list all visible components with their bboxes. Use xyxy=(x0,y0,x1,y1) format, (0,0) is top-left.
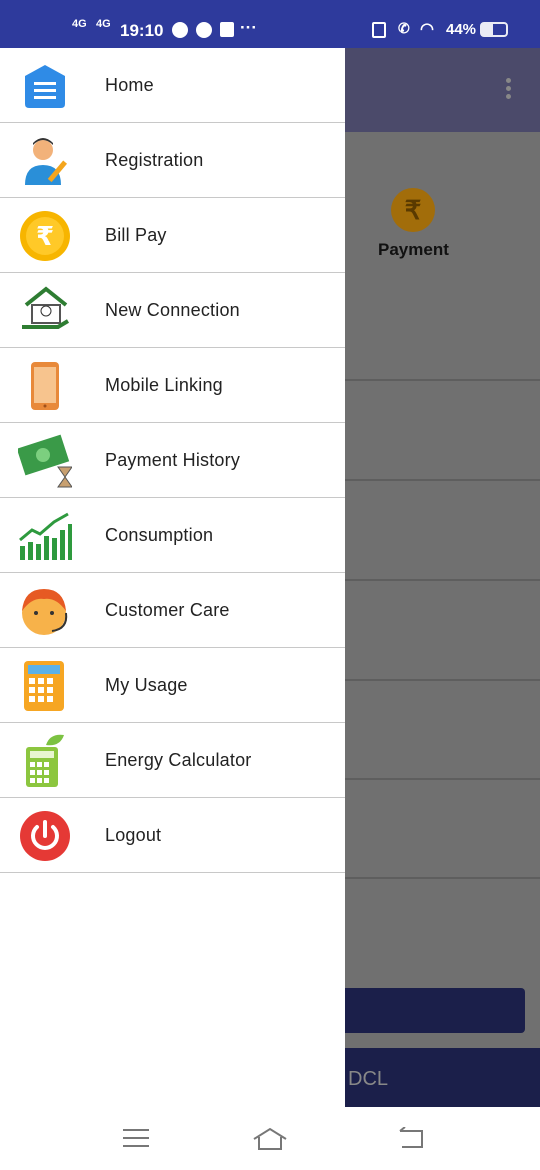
menu-item-new-connection[interactable]: New Connection xyxy=(0,273,345,348)
speedometer-icon xyxy=(196,22,212,38)
overflow-menu-icon[interactable] xyxy=(506,78,512,102)
divider xyxy=(345,579,540,581)
footer-bar: DCL xyxy=(345,1048,540,1107)
payment-history-icon xyxy=(18,434,72,488)
menu-label: Logout xyxy=(105,824,162,845)
battery-icon xyxy=(480,22,508,37)
payment-label: Payment xyxy=(378,240,449,259)
mobile-icon xyxy=(18,360,72,412)
menu-item-mobile-linking[interactable]: Mobile Linking xyxy=(0,348,345,423)
power-icon xyxy=(18,810,72,862)
menu-label: Registration xyxy=(105,149,204,170)
menu-label: My Usage xyxy=(105,674,188,695)
status-bar: 4G 4G 19:10 ··· ✆ ◠ 44% xyxy=(0,0,540,48)
menu-label: Payment History xyxy=(105,449,241,470)
menu-item-payment-history[interactable]: Payment History xyxy=(0,423,345,498)
menu-label: Customer Care xyxy=(105,599,230,620)
back-button[interactable] xyxy=(396,1126,426,1156)
calculator-icon xyxy=(18,660,72,712)
divider xyxy=(345,679,540,681)
svg-text:₹: ₹ xyxy=(36,222,54,252)
clock: 19:10 xyxy=(120,21,164,40)
registration-icon xyxy=(18,135,72,187)
menu-item-logout[interactable]: Logout xyxy=(0,798,345,873)
background-screen: ₹ Payment DCL xyxy=(345,48,540,1107)
home-icon xyxy=(18,60,72,112)
rupee-icon: ₹ xyxy=(18,210,72,262)
menu-label: Mobile Linking xyxy=(105,374,223,395)
vibrate-icon xyxy=(372,22,386,38)
system-navigation-bar xyxy=(0,1107,540,1170)
menu-label: Home xyxy=(105,74,154,95)
energy-calculator-icon xyxy=(18,734,72,787)
menu-item-bill-pay[interactable]: ₹ Bill Pay xyxy=(0,198,345,273)
volte-call-icon: ✆ xyxy=(398,20,410,36)
menu-item-consumption[interactable]: Consumption xyxy=(0,498,345,573)
menu-item-home[interactable]: Home xyxy=(0,48,345,123)
app-bar xyxy=(345,48,540,132)
new-connection-icon xyxy=(18,285,72,337)
menu-item-energy-calculator[interactable]: Energy Calculator xyxy=(0,723,345,798)
customer-care-icon xyxy=(18,585,72,637)
divider xyxy=(345,778,540,780)
network-signal-2: 4G xyxy=(96,18,111,30)
menu-label: Bill Pay xyxy=(105,224,167,245)
wifi-icon: ◠ xyxy=(420,21,434,38)
chart-icon xyxy=(18,510,72,562)
divider xyxy=(345,479,540,481)
shopping-bag-icon xyxy=(220,22,234,37)
divider xyxy=(345,877,540,879)
app-notification-icon xyxy=(172,22,188,38)
footer-text: DCL xyxy=(348,1068,389,1090)
navigation-drawer: Home Registration ₹ Bill Pay New Connect… xyxy=(0,48,345,1107)
primary-button xyxy=(345,988,525,1033)
divider xyxy=(345,379,540,381)
network-signal-1: 4G xyxy=(72,18,87,30)
menu-item-customer-care[interactable]: Customer Care xyxy=(0,573,345,648)
more-notifications-icon: ··· xyxy=(240,18,257,37)
payment-rupee-icon: ₹ xyxy=(391,188,435,232)
menu-item-my-usage[interactable]: My Usage xyxy=(0,648,345,723)
recent-apps-button[interactable] xyxy=(122,1127,150,1154)
battery-percent: 44% xyxy=(446,21,477,38)
menu-label: Energy Calculator xyxy=(105,749,252,770)
menu-label: New Connection xyxy=(105,299,240,320)
menu-label: Consumption xyxy=(105,524,214,545)
home-button[interactable] xyxy=(252,1127,288,1156)
menu-item-registration[interactable]: Registration xyxy=(0,123,345,198)
